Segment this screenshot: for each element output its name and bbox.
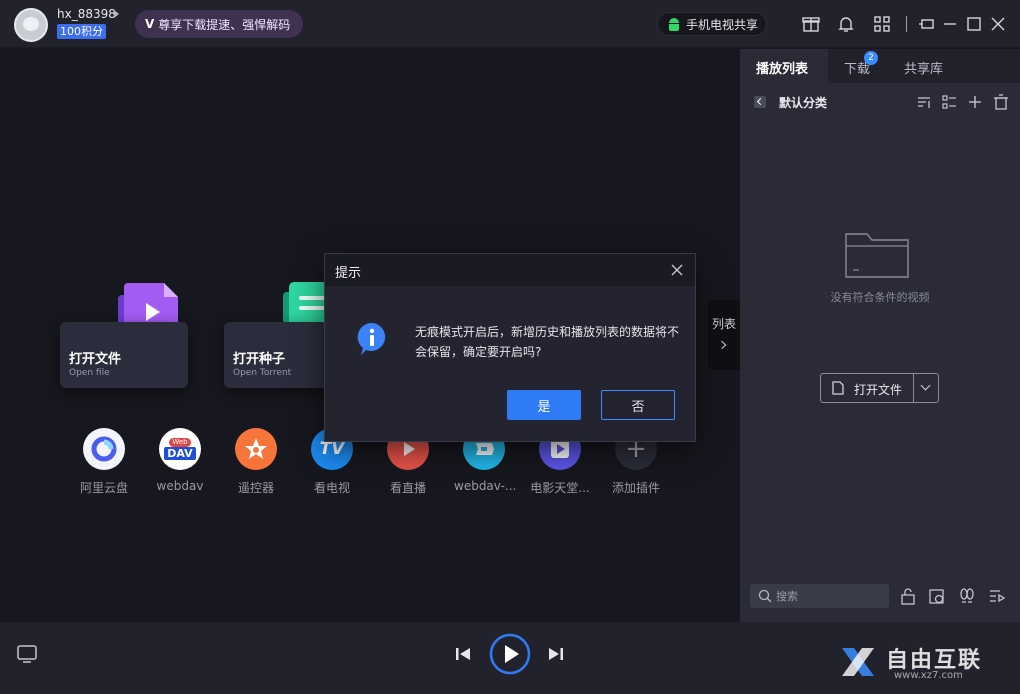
open-file-button[interactable]: 打开文件 bbox=[820, 373, 939, 403]
avatar[interactable] bbox=[14, 8, 48, 42]
open-file-card[interactable]: 打开文件 Open file bbox=[60, 322, 188, 388]
plugin-aliyun[interactable]: 阿里云盘 bbox=[74, 428, 134, 496]
plugin-label: 遥控器 bbox=[237, 481, 274, 495]
mini-mode-icon[interactable] bbox=[918, 15, 936, 33]
sort-icon[interactable] bbox=[916, 94, 932, 110]
remote-star-icon bbox=[235, 428, 277, 470]
username[interactable]: hx_88398 bbox=[57, 7, 116, 21]
apps-grid-icon[interactable] bbox=[873, 15, 891, 33]
minimize-icon[interactable] bbox=[941, 15, 959, 33]
panel-tabs: 播放列表 下载 2 共享库 bbox=[740, 49, 1020, 83]
tv-cast-icon[interactable] bbox=[16, 644, 38, 664]
lock-icon[interactable] bbox=[899, 587, 917, 605]
tab-playlist[interactable]: 播放列表 bbox=[756, 58, 808, 77]
plugin-label: 添加插件 bbox=[611, 481, 660, 495]
playlist-toggle-tab[interactable]: 列表 bbox=[708, 300, 740, 370]
back-icon[interactable] bbox=[754, 96, 766, 108]
category-title[interactable]: 默认分类 bbox=[779, 94, 827, 111]
plugin-label: 看电视 bbox=[313, 481, 350, 495]
search-box[interactable] bbox=[750, 584, 889, 608]
plugin-label: 阿里云盘 bbox=[79, 481, 128, 495]
tv-share-button[interactable]: 手机电视共享 bbox=[657, 12, 767, 36]
plugin-remote[interactable]: 遥控器 bbox=[226, 428, 286, 496]
maximize-icon[interactable] bbox=[965, 15, 983, 33]
gift-icon[interactable] bbox=[802, 15, 820, 33]
download-count-badge: 2 bbox=[864, 51, 878, 65]
vip-icon: V bbox=[145, 17, 155, 31]
playlist-panel: 播放列表 下载 2 共享库 默认分类 没有符合条件的视频 打开文件 bbox=[740, 49, 1020, 622]
dialog-message: 无痕模式开启后，新增历史和播放列表的数据将不会保留，确定要开启吗? bbox=[415, 325, 680, 359]
history-icon[interactable] bbox=[928, 587, 946, 605]
aliyun-icon bbox=[83, 428, 125, 470]
user-menu-caret-icon[interactable] bbox=[114, 10, 119, 18]
chevron-down-icon[interactable] bbox=[920, 380, 931, 391]
confirm-no-button[interactable]: 否 bbox=[601, 390, 675, 420]
close-icon[interactable] bbox=[989, 15, 1007, 33]
confirm-yes-button[interactable]: 是 bbox=[507, 390, 581, 420]
points-badge: 100积分 bbox=[57, 24, 106, 39]
open-torrent-title: 打开种子 bbox=[233, 352, 286, 367]
open-file-button-label: 打开文件 bbox=[854, 383, 903, 397]
add-icon[interactable] bbox=[967, 94, 983, 110]
empty-state-text: 没有符合条件的视频 bbox=[830, 291, 930, 304]
vip-banner[interactable]: V 尊享下载提速、强悍解码 bbox=[135, 10, 303, 38]
file-add-icon bbox=[832, 381, 844, 395]
footprint-icon[interactable] bbox=[958, 587, 976, 605]
plugin-label: webdav bbox=[156, 479, 204, 493]
webdav-icon: Web DAV bbox=[159, 428, 201, 470]
watermark-x-icon bbox=[842, 648, 874, 676]
empty-folder-icon bbox=[845, 233, 909, 278]
previous-icon[interactable] bbox=[454, 645, 472, 663]
watermark-url: www.xz7.com bbox=[894, 670, 963, 681]
title-bar: hx_88398 100积分 V 尊享下载提速、强悍解码 手机电视共享 bbox=[0, 0, 1020, 48]
next-icon[interactable] bbox=[547, 645, 565, 663]
play-list-icon[interactable] bbox=[988, 587, 1006, 605]
dialog-header: 提示 bbox=[325, 254, 695, 286]
open-torrent-subtitle: Open Torrent bbox=[233, 368, 292, 378]
list-view-icon[interactable] bbox=[941, 94, 957, 110]
confirm-dialog: 提示 无痕模式开启后，新增历史和播放列表的数据将不会保留，确定要开启吗? 是 否 bbox=[324, 253, 696, 442]
vip-banner-text: 尊享下载提速、强悍解码 bbox=[158, 17, 291, 32]
search-input[interactable] bbox=[776, 584, 884, 608]
plugin-label: webdav-... bbox=[454, 479, 517, 493]
bell-icon[interactable] bbox=[837, 15, 855, 33]
chevron-right-icon bbox=[717, 340, 727, 350]
play-icon[interactable] bbox=[489, 633, 531, 675]
search-icon bbox=[758, 589, 772, 603]
dialog-close-icon[interactable] bbox=[670, 263, 684, 277]
title-bar-divider bbox=[906, 16, 907, 32]
plugin-label: 电影天堂... bbox=[530, 481, 590, 495]
tv-share-label: 手机电视共享 bbox=[686, 17, 759, 32]
tab-shared-library[interactable]: 共享库 bbox=[904, 58, 943, 77]
trash-icon[interactable] bbox=[993, 94, 1009, 110]
watermark-logo: 自由互联 www.xz7.com bbox=[834, 638, 1014, 688]
plugin-label: 看直播 bbox=[389, 481, 426, 495]
open-file-title: 打开文件 bbox=[69, 352, 122, 367]
info-icon bbox=[357, 322, 386, 355]
plugin-webdav[interactable]: Web DAV webdav bbox=[150, 428, 210, 493]
open-file-subtitle: Open file bbox=[69, 368, 110, 378]
playlist-toggle-label: 列表 bbox=[711, 317, 736, 331]
dialog-title: 提示 bbox=[335, 266, 362, 281]
open-torrent-card[interactable]: 打开种子 Open Torrent bbox=[224, 322, 328, 388]
android-icon bbox=[668, 17, 680, 31]
